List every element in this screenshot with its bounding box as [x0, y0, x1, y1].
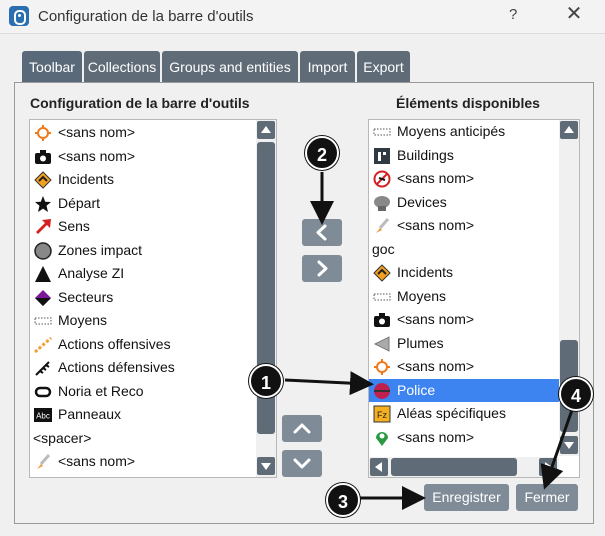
callout-3: 3	[326, 483, 360, 517]
arrow-4	[540, 409, 574, 490]
callout-2: 2	[305, 136, 339, 170]
annotation-arrows	[284, 172, 574, 510]
callout-4: 4	[559, 377, 593, 411]
arrow-1	[284, 371, 374, 396]
callout-1: 1	[249, 364, 283, 398]
